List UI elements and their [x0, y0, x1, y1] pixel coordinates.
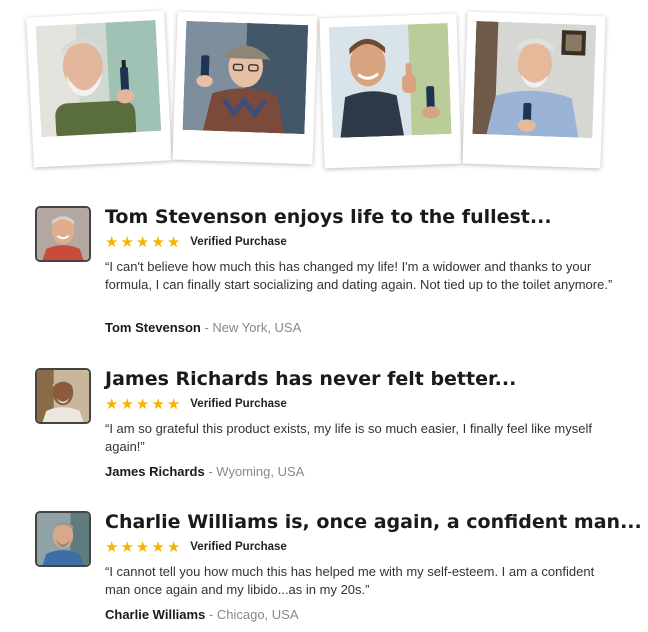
verified-purchase-badge: Verified Purchase: [190, 236, 287, 248]
verified-purchase-badge: Verified Purchase: [190, 398, 287, 410]
review-title: Charlie Williams is, once again, a confi…: [105, 511, 642, 533]
polaroid-photo-3: [319, 13, 462, 169]
star-icon: ★: [151, 537, 165, 556]
reviewer-name: Charlie Williams: [105, 607, 206, 622]
star-icon: ★: [166, 394, 181, 413]
star-rating: ★ ★ ★ ★ ★ Verified Purchase: [105, 396, 287, 412]
review-text: “I am so grateful this product exists, m…: [105, 421, 592, 454]
customer-photo-bearded-man: [35, 19, 162, 138]
star-icon: ★: [135, 232, 150, 251]
star-icon: ★: [151, 232, 165, 251]
star-icon: ★: [151, 394, 165, 413]
avatar: [35, 511, 91, 567]
star-icon: ★: [105, 537, 119, 556]
star-icon: ★: [120, 232, 134, 251]
customer-photo-thumbs-up-man: [328, 22, 452, 139]
star-rating: ★ ★ ★ ★ ★ Verified Purchase: [105, 234, 287, 250]
review-title: James Richards has never felt better...: [105, 368, 517, 390]
star-rating: ★ ★ ★ ★ ★ Verified Purchase: [105, 539, 287, 555]
star-icon: ★: [105, 394, 119, 413]
avatar: [35, 368, 91, 424]
star-icon: ★: [105, 232, 119, 251]
star-icon: ★: [135, 394, 150, 413]
customer-photo-man-blue-shirt: [472, 20, 597, 139]
star-icon: ★: [120, 537, 134, 556]
polaroid-photo-4: [462, 11, 606, 169]
star-icon: ★: [120, 394, 134, 413]
reviewer-name: Tom Stevenson: [105, 320, 201, 335]
reviewer-info: Charlie Williams - Chicago, USA: [105, 607, 299, 622]
review-title: Tom Stevenson enjoys life to the fullest…: [105, 206, 552, 228]
star-icon: ★: [166, 232, 181, 251]
reviewer-location: - Chicago, USA: [205, 607, 299, 622]
reviewer-info: Tom Stevenson - New York, USA: [105, 320, 301, 335]
customer-photo-man-in-cap: [182, 20, 309, 135]
avatar: [35, 206, 91, 262]
review-text: “I cannot tell you how much this has hel…: [105, 564, 595, 597]
polaroid-photo-2: [172, 11, 318, 165]
star-icon: ★: [135, 537, 150, 556]
reviewer-info: James Richards - Wyoming, USA: [105, 464, 304, 479]
reviewer-name: James Richards: [105, 464, 205, 479]
star-icon: ★: [166, 537, 181, 556]
testimonial-photo-gallery: [0, 0, 648, 180]
verified-purchase-badge: Verified Purchase: [190, 541, 287, 553]
review-text: “I can't believe how much this has chang…: [105, 259, 613, 292]
reviewer-location: - Wyoming, USA: [204, 464, 305, 479]
reviewer-location: - New York, USA: [200, 320, 302, 335]
polaroid-photo-1: [26, 10, 172, 168]
